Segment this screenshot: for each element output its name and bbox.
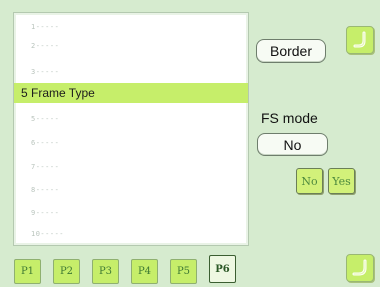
curved-arrow-up-icon [353,31,366,48]
list-item-label: 7----- [31,162,60,171]
fs-mode-value: No [257,133,328,156]
tab-p3[interactable]: P3 [92,259,119,284]
list-item[interactable]: 5----- [14,110,248,127]
frame-type-list[interactable]: 1----- 2----- 3----- 5 Frame Type 5-----… [13,12,249,246]
list-item[interactable]: 1----- [14,18,248,35]
list-item[interactable]: 10----- [14,225,248,242]
list-item-label: 2----- [31,41,60,50]
list-item[interactable]: 9----- [14,204,248,221]
list-item-label: 1----- [31,22,60,31]
border-button[interactable]: Border [256,39,326,63]
screen: 1----- 2----- 3----- 5 Frame Type 5-----… [0,0,380,287]
list-item[interactable]: 7----- [14,158,248,175]
list-item[interactable]: 2----- [14,37,248,54]
tab-p2[interactable]: P2 [53,259,80,284]
list-item-label: 3----- [31,67,60,76]
list-item-label: 6----- [31,138,60,147]
fs-mode-label: FS mode [261,110,318,126]
list-item-label: 5----- [31,114,60,123]
no-button[interactable]: No [296,168,323,194]
tab-p1[interactable]: P1 [14,259,41,284]
list-item-selected[interactable]: 5 Frame Type [14,83,248,103]
list-item-label: 9----- [31,208,60,217]
page-tabs: P1 P2 P3 P4 P5 P6 [13,255,245,284]
tab-p5[interactable]: P5 [170,259,197,284]
bottom-right-button[interactable] [346,254,374,282]
list-item-label: 8----- [31,185,60,194]
tab-p4[interactable]: P4 [131,259,158,284]
top-right-button[interactable] [346,26,374,54]
list-item[interactable]: 8----- [14,181,248,198]
list-item-label: 10----- [31,229,65,238]
curved-arrow-down-icon [352,259,367,276]
tab-p6[interactable]: P6 [209,255,236,283]
yes-button[interactable]: Yes [328,168,355,194]
list-item-label: 5 Frame Type [21,86,95,100]
list-item[interactable]: 3----- [14,63,248,80]
list-item[interactable]: 6----- [14,134,248,151]
